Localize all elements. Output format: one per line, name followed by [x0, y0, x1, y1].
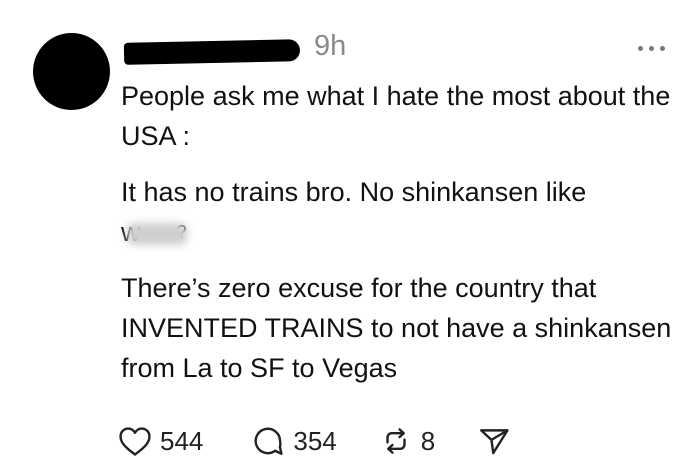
like-count: 544 — [160, 425, 204, 456]
post-timestamp: 9h — [314, 30, 347, 62]
heart-icon — [119, 427, 151, 456]
send-icon — [480, 429, 509, 455]
post-paragraph: People ask me what I hate the most about… — [121, 81, 671, 151]
username-redacted[interactable] — [123, 39, 301, 65]
redaction-blur — [126, 222, 187, 245]
more-options-icon[interactable] — [626, 38, 676, 58]
reply-button[interactable]: 354 — [251, 424, 337, 458]
post-paragraph: There’s zero excuse for the country that… — [121, 273, 672, 383]
comment-icon — [254, 427, 284, 455]
reply-count: 354 — [293, 425, 337, 456]
post-paragraph: It has no trains bro. No shinkansen like… — [121, 172, 686, 252]
repost-icon — [386, 428, 406, 454]
share-button[interactable] — [477, 424, 511, 458]
post-paragraph-text: It has no trains bro. No shinkansen like — [121, 177, 587, 207]
avatar[interactable] — [33, 33, 110, 110]
post-body: People ask me what I hate the most about… — [121, 76, 686, 388]
repost-count: 8 — [420, 425, 436, 456]
like-button[interactable]: 544 — [118, 425, 203, 457]
repost-button[interactable]: 8 — [379, 424, 435, 458]
post-actions: 544 354 8 — [118, 424, 511, 458]
